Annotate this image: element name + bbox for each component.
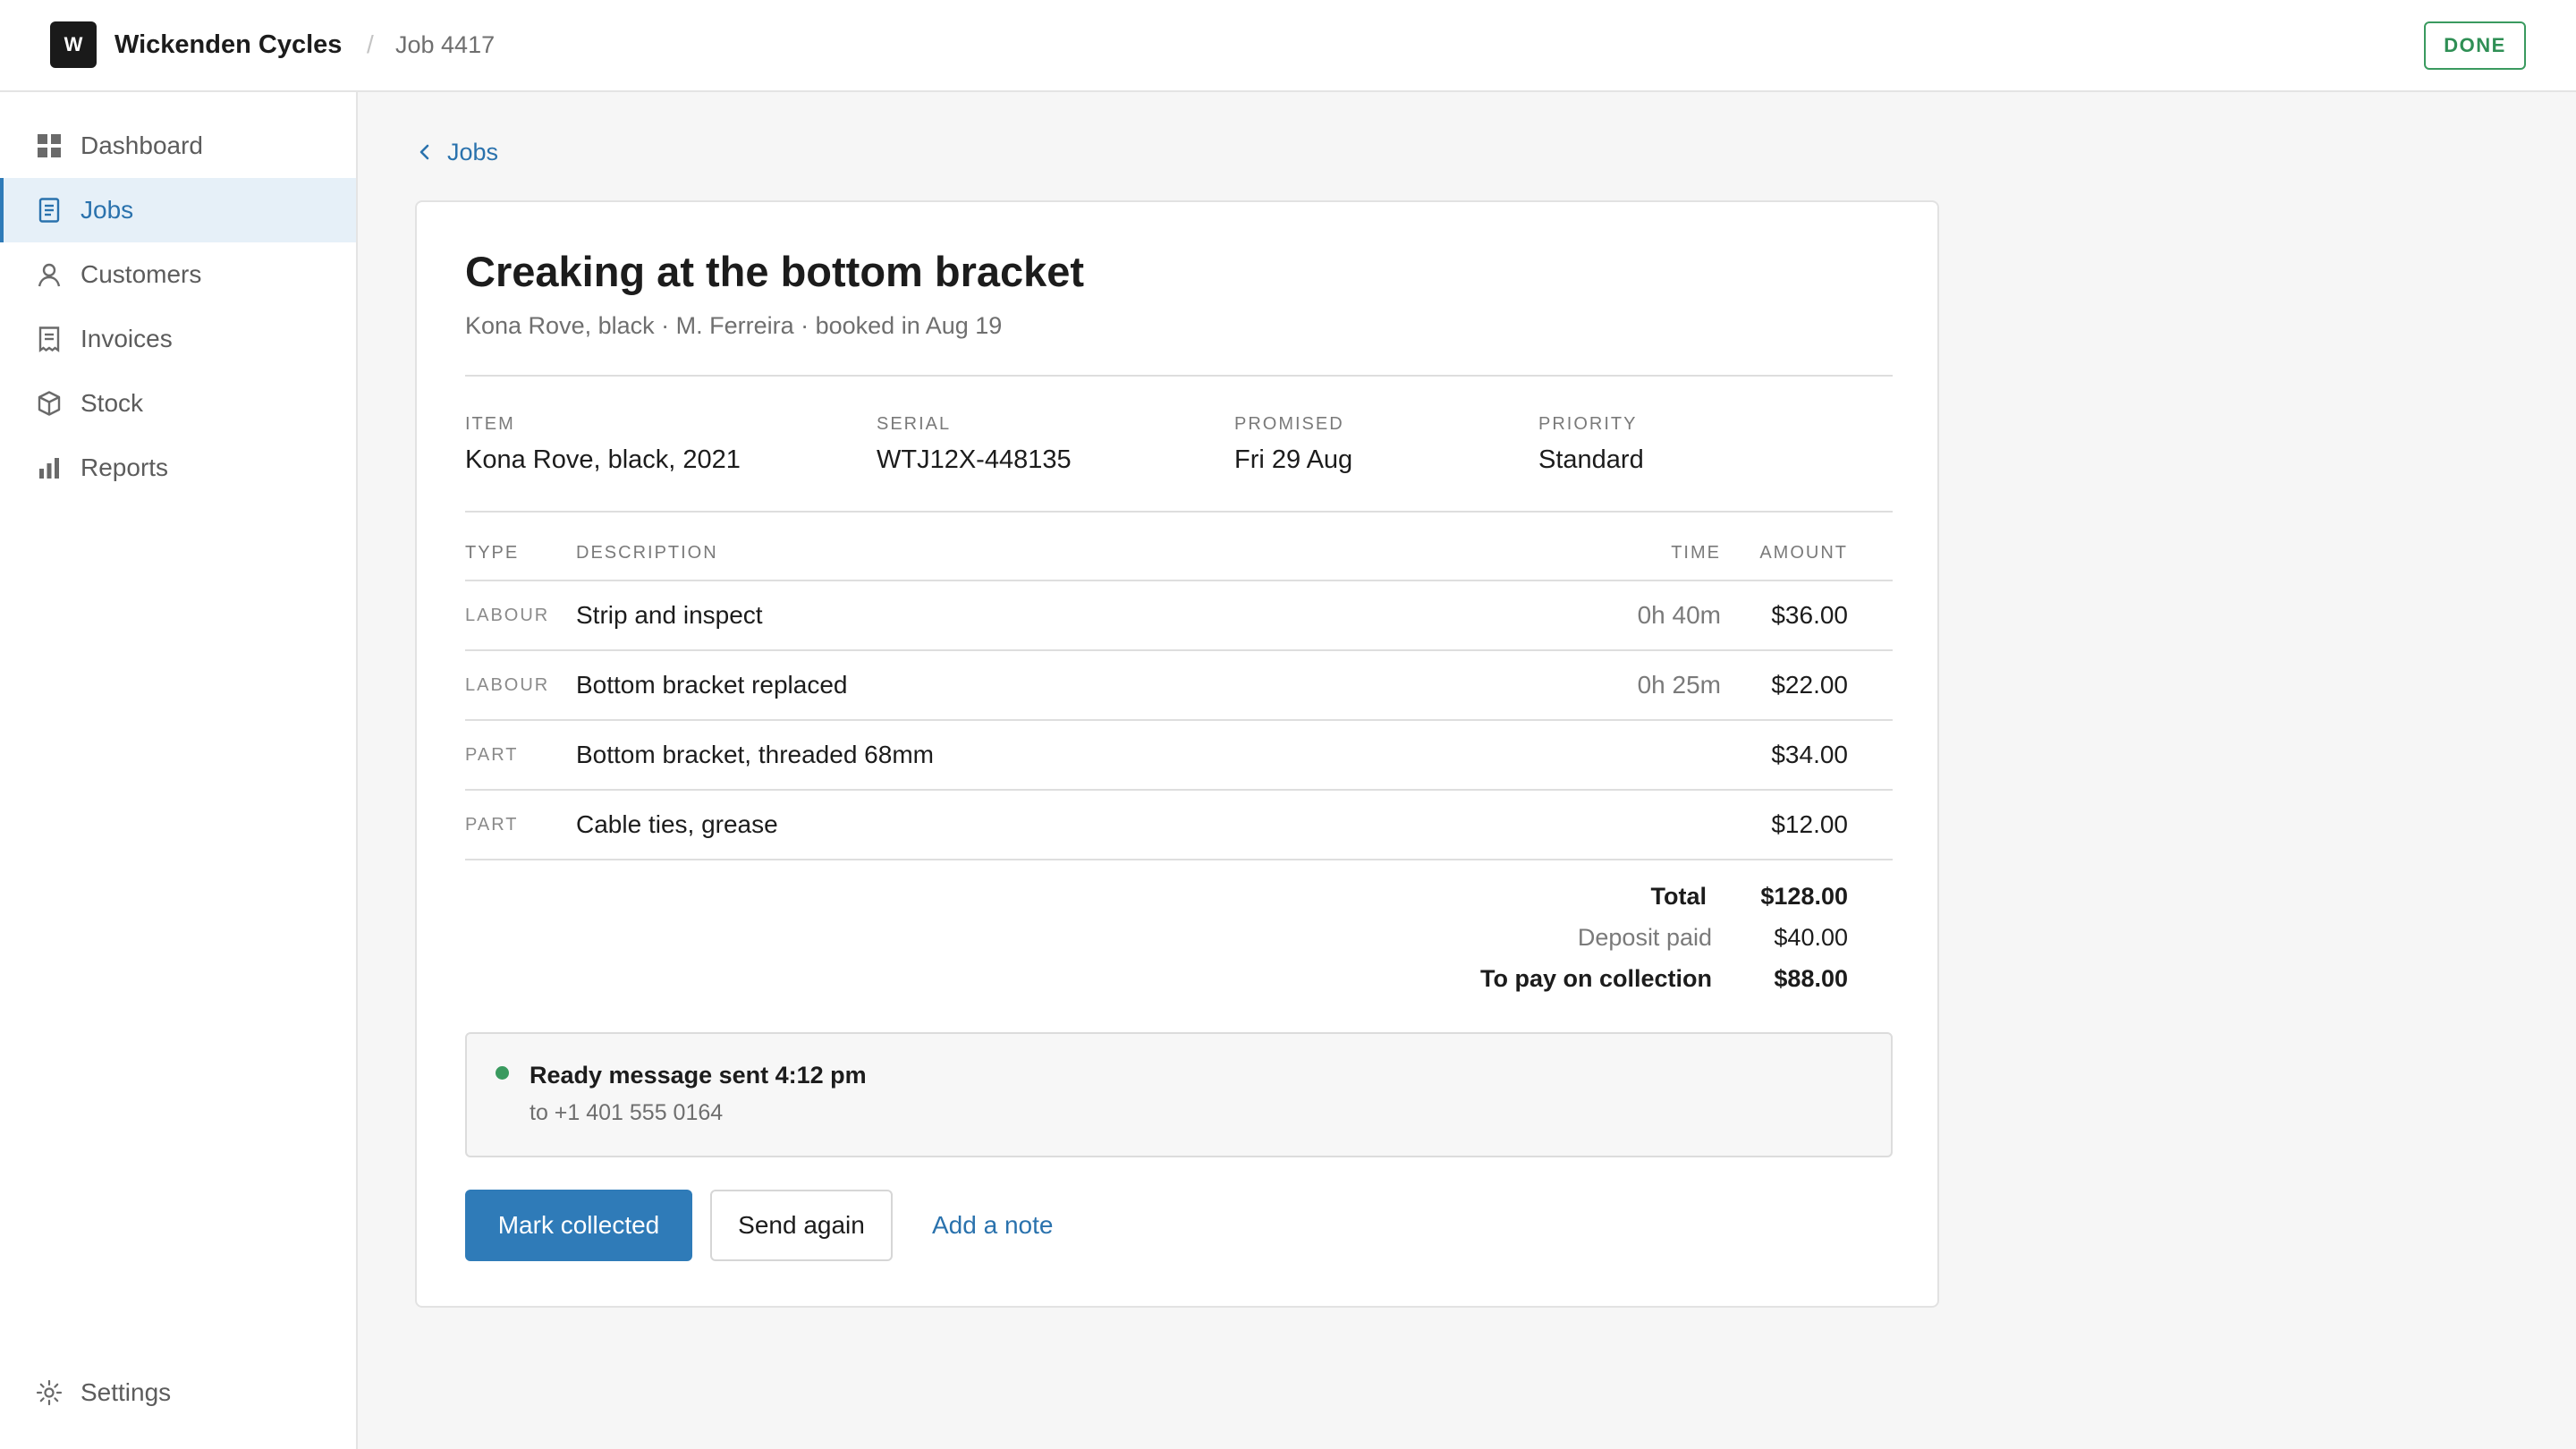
divider [465,859,1893,860]
meta-serial-label: SERIAL [877,414,952,434]
row-amount: $22.00 [1771,671,1848,699]
ready-message-notice: Ready message sent 4:12 pm to +1 401 555… [465,1032,1893,1157]
sidebar-item-settings[interactable]: Settings [0,1360,356,1425]
back-to-jobs-link[interactable]: Jobs [415,134,498,170]
meta-priority-label: PRIORITY [1538,414,1638,434]
row-amount: $12.00 [1771,810,1848,838]
app-logo[interactable]: W [50,21,97,68]
job-subtitle: Kona Rove, black · M. Ferreira · booked … [465,312,1003,339]
sidebar-item-jobs[interactable]: Jobs [0,178,356,242]
back-link-label: Jobs [447,138,499,165]
app-name[interactable]: Wickenden Cycles [114,27,342,63]
due-value: $88.00 [1774,965,1848,992]
stock-icon [36,390,63,417]
sidebar-item-label: Invoices [80,325,173,352]
row-type: PART [465,745,519,765]
row-time: 0h 40m [1637,601,1721,629]
due-label: To pay on collection [1479,965,1712,992]
row-description: Strip and inspect [576,601,763,629]
breadcrumb-job: Job 4417 [395,31,496,58]
chevron-left-icon [419,144,429,160]
breadcrumb-separator: / [367,30,374,58]
divider [465,789,1893,791]
meta-priority-value: Standard [1538,445,1644,474]
dashboard-icon [36,132,63,159]
row-type: LABOUR [465,606,550,625]
row-description: Bottom bracket, threaded 68mm [576,741,934,768]
settings-icon [36,1379,63,1406]
column-header-amount: AMOUNT [1759,543,1848,563]
job-card: Creaking at the bottom bracket Kona Rove… [415,200,1939,1308]
meta-promised-label: PROMISED [1234,414,1344,434]
row-amount: $36.00 [1771,601,1848,629]
row-description: Cable ties, grease [576,810,778,838]
row-type: PART [465,815,519,835]
sidebar-item-label: Jobs [80,196,134,224]
sidebar-item-label: Reports [80,453,169,481]
row-type: LABOUR [465,675,550,695]
invoices-icon [36,326,63,352]
top-bar: W Wickenden Cycles / Job 4417 DONE [0,0,2576,92]
sidebar-item-reports[interactable]: Reports [0,436,356,500]
row-description: Bottom bracket replaced [576,671,848,699]
divider [465,511,1893,513]
total-label: Total [1650,883,1707,910]
sidebar-item-label: Customers [80,260,202,288]
sidebar-item-label: Settings [80,1378,172,1406]
mark-collected-button[interactable]: Mark collected [465,1190,692,1261]
row-time: 0h 25m [1637,671,1721,699]
column-header-description: DESCRIPTION [576,543,718,563]
divider [465,649,1893,651]
sidebar: Dashboard Jobs Customers Invoices Stock … [0,92,358,1449]
send-again-button[interactable]: Send again [710,1190,893,1261]
job-title: Creaking at the bottom bracket [465,248,1085,295]
divider [465,375,1893,377]
meta-item-label: ITEM [465,414,515,434]
total-value: $128.00 [1760,883,1848,910]
sidebar-item-label: Stock [80,389,144,417]
customers-icon [36,261,63,288]
divider [465,719,1893,721]
sidebar-item-dashboard[interactable]: Dashboard [0,114,356,178]
deposit-value: $40.00 [1774,924,1848,951]
sidebar-item-invoices[interactable]: Invoices [0,307,356,371]
done-button[interactable]: DONE [2424,21,2526,70]
row-amount: $34.00 [1771,741,1848,768]
status-dot [496,1066,509,1080]
column-header-time: TIME [1671,543,1721,563]
sidebar-item-label: Dashboard [80,131,203,159]
meta-promised-value: Fri 29 Aug [1234,445,1353,474]
sidebar-item-customers[interactable]: Customers [0,242,356,307]
column-header-type: TYPE [465,543,520,563]
notice-title: Ready message sent 4:12 pm [530,1062,867,1089]
jobs-icon [36,197,63,224]
divider [465,580,1893,581]
deposit-label: Deposit paid [1577,924,1712,951]
notice-recipient: to +1 401 555 0164 [530,1100,724,1125]
meta-item-value: Kona Rove, black, 2021 [465,445,741,474]
sidebar-item-stock[interactable]: Stock [0,371,356,436]
add-note-link[interactable]: Add a note [932,1208,1053,1243]
reports-icon [36,454,63,481]
meta-serial-value: WTJ12X-448135 [877,445,1072,474]
